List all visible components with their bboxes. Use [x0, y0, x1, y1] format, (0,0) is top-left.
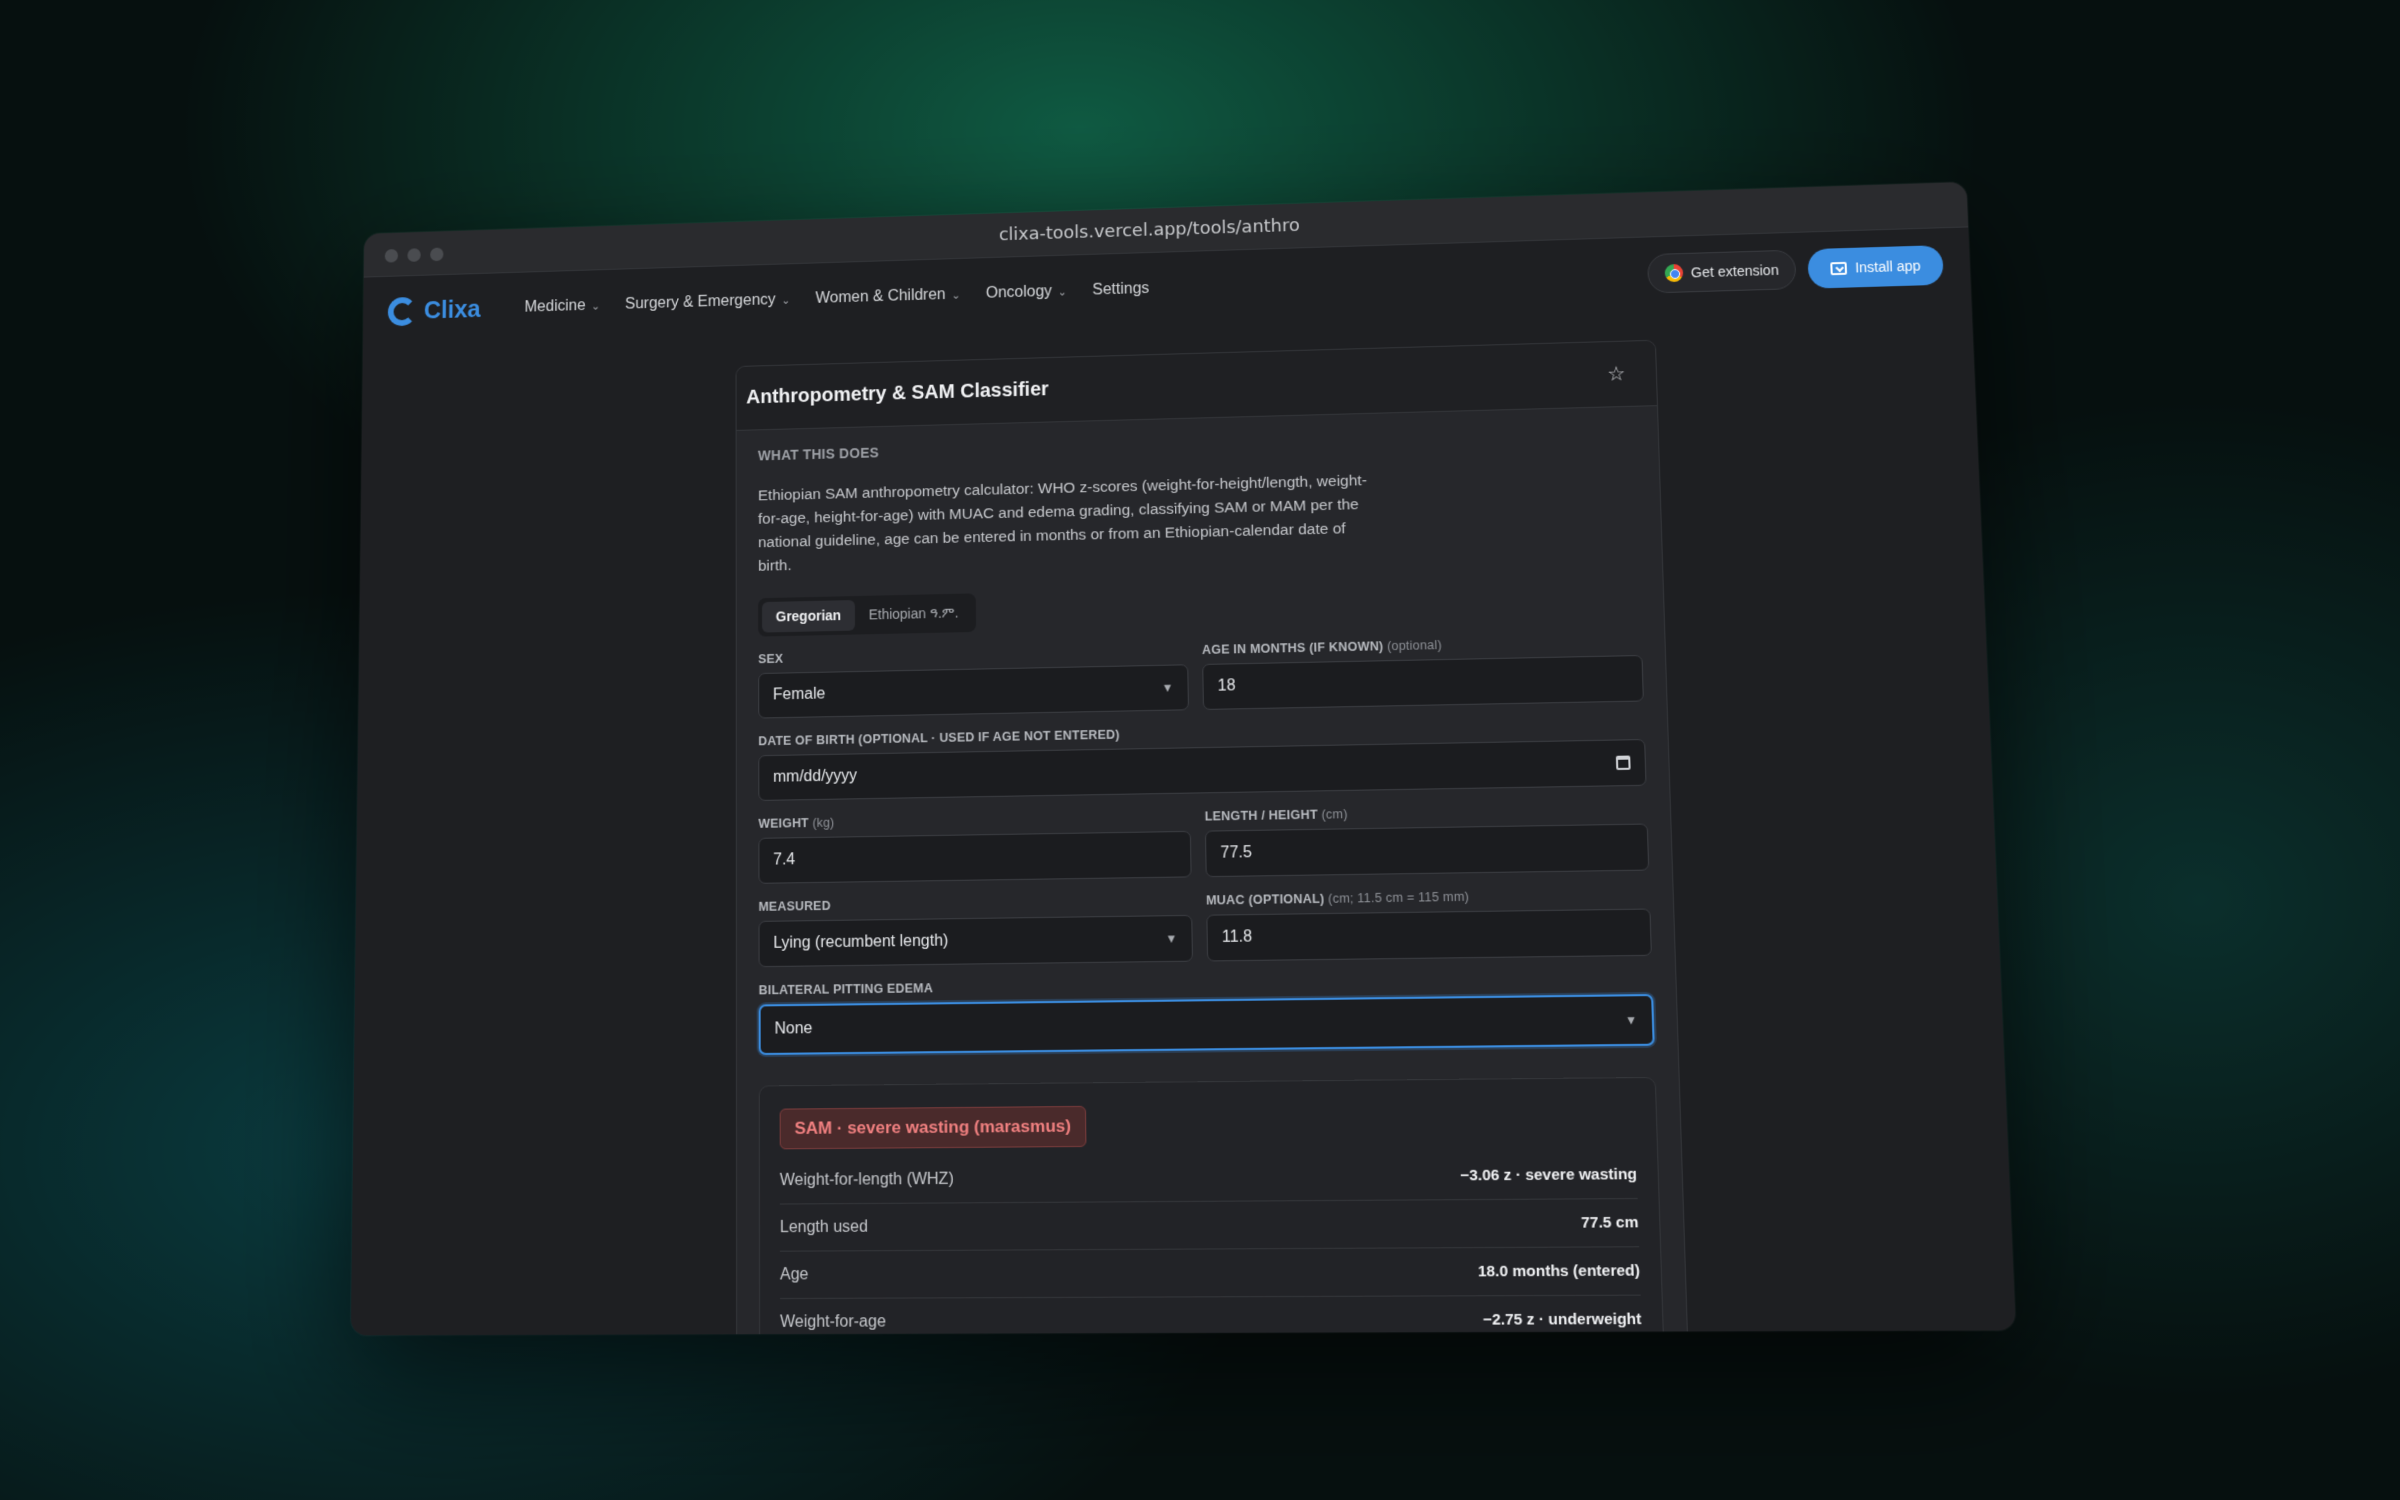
weight-label-text: WEIGHT [758, 816, 808, 831]
nav-item-label: Medicine [524, 297, 585, 316]
chevron-down-icon: ⌄ [781, 294, 790, 307]
edema-value: None [774, 1020, 812, 1039]
row-weight-length: WEIGHT (kg) 7.4 LENGTH / HEIGHT (cm) 77.… [758, 802, 1649, 884]
age-label-text: AGE IN MONTHS (IF KNOWN) [1202, 639, 1384, 657]
classification-badge: SAM · severe wasting (marasmus) [780, 1106, 1087, 1149]
age-label: AGE IN MONTHS (IF KNOWN) (optional) [1202, 634, 1642, 657]
length-unit: (cm) [1321, 807, 1347, 822]
muac-unit: (cm; 11.5 cm = 115 mm) [1328, 890, 1469, 906]
muac-value: 11.8 [1222, 928, 1253, 947]
length-input[interactable]: 77.5 [1205, 824, 1649, 878]
nav-item-label: Oncology [986, 283, 1052, 302]
tab-ethiopian[interactable]: Ethiopian ዓ.ም. [855, 597, 973, 630]
nav-item-label: Surgery & Emergency [625, 292, 776, 314]
result-row: Age 18.0 months (entered) [780, 1247, 1641, 1299]
calendar-tabs: Gregorian Ethiopian ዓ.ም. [758, 593, 976, 636]
row-measured-muac: MEASURED Lying (recumbent length) ▼ MUAC… [759, 887, 1652, 967]
weight-field: WEIGHT (kg) 7.4 [758, 810, 1191, 884]
chevron-down-icon: ⌄ [591, 299, 600, 312]
length-field: LENGTH / HEIGHT (cm) 77.5 [1205, 802, 1650, 877]
weight-input[interactable]: 7.4 [758, 831, 1191, 884]
measured-value: Lying (recumbent length) [773, 932, 948, 952]
nav-item-label: Women & Children [815, 286, 945, 307]
nav-actions: Get extension Install app [1647, 245, 1944, 293]
sex-label: SEX [758, 643, 1188, 666]
result-list: Weight-for-length (WHZ) −3.06 z · severe… [780, 1151, 1642, 1335]
length-label-text: LENGTH / HEIGHT [1205, 808, 1318, 824]
measured-select[interactable]: Lying (recumbent length) ▼ [759, 915, 1193, 967]
chrome-icon [1664, 264, 1683, 282]
calendar-icon[interactable] [1616, 756, 1631, 770]
tool-description: Ethiopian SAM anthropometry calculator: … [758, 469, 1372, 578]
muac-label-text: MUAC (OPTIONAL) [1206, 892, 1325, 908]
chevron-down-icon: ▼ [1625, 1013, 1638, 1028]
nav-item-label: Settings [1092, 280, 1149, 299]
nav-item-medicine[interactable]: Medicine ⌄ [524, 297, 600, 317]
nav-item-oncology[interactable]: Oncology ⌄ [986, 283, 1067, 303]
result-panel: SAM · severe wasting (marasmus) Weight-f… [759, 1077, 1665, 1335]
result-value: −3.06 z · severe wasting [1460, 1166, 1637, 1185]
measured-field: MEASURED Lying (recumbent length) ▼ [759, 894, 1193, 968]
nav-item-women-children[interactable]: Women & Children ⌄ [815, 286, 960, 308]
edema-label: BILATERAL PITTING EDEMA [759, 972, 1653, 997]
tab-gregorian[interactable]: Gregorian [762, 600, 855, 633]
nav-item-settings[interactable]: Settings [1092, 280, 1149, 299]
result-row: Weight-for-age −2.75 z · underweight [780, 1296, 1642, 1336]
result-key: Age [780, 1265, 808, 1284]
result-value: 18.0 months (entered) [1478, 1262, 1641, 1281]
get-extension-label: Get extension [1691, 262, 1779, 280]
age-optional-note: (optional) [1387, 638, 1442, 653]
chevron-down-icon: ⌄ [1058, 285, 1067, 298]
row-edema: BILATERAL PITTING EDEMA None ▼ [759, 972, 1655, 1055]
edema-field: BILATERAL PITTING EDEMA None ▼ [759, 972, 1655, 1055]
result-row: Weight-for-length (WHZ) −3.06 z · severe… [780, 1151, 1638, 1205]
logo[interactable]: Clixa [388, 295, 481, 326]
length-value: 77.5 [1220, 844, 1252, 863]
muac-field: MUAC (OPTIONAL) (cm; 11.5 cm = 115 mm) 1… [1206, 887, 1652, 962]
weight-unit: (kg) [812, 816, 834, 830]
edema-select[interactable]: None ▼ [759, 994, 1655, 1055]
logo-text: Clixa [424, 295, 481, 324]
dob-input[interactable]: mm/dd/yyyy [758, 739, 1646, 801]
install-app-button[interactable]: Install app [1807, 245, 1943, 289]
result-value: 77.5 cm [1581, 1214, 1639, 1232]
install-icon [1830, 261, 1847, 274]
tool-card: Anthropometry & SAM Classifier ☆ WHAT TH… [736, 340, 1689, 1336]
result-value: −2.75 z · underweight [1483, 1310, 1642, 1328]
what-this-does-label: WHAT THIS DOES [758, 425, 1636, 464]
dob-field: DATE OF BIRTH (OPTIONAL · USED IF AGE NO… [758, 718, 1646, 801]
star-icon[interactable]: ☆ [1607, 361, 1626, 386]
row-sex-age: SEX Female ▼ AGE IN MONTHS (IF KNOWN) (o… [758, 634, 1644, 719]
result-key: Length used [780, 1218, 868, 1237]
nav-item-surgery-emergency[interactable]: Surgery & Emergency ⌄ [625, 291, 790, 313]
age-field: AGE IN MONTHS (IF KNOWN) (optional) 18 [1202, 634, 1644, 710]
sex-value: Female [773, 686, 825, 705]
weight-label: WEIGHT (kg) [758, 810, 1190, 831]
page-title: Anthropometry & SAM Classifier [746, 379, 1049, 410]
result-key: Weight-for-age [780, 1313, 886, 1332]
measured-label: MEASURED [759, 894, 1193, 914]
logo-icon [388, 297, 417, 326]
age-value: 18 [1217, 677, 1235, 695]
muac-label: MUAC (OPTIONAL) (cm; 11.5 cm = 115 mm) [1206, 887, 1650, 908]
sex-field: SEX Female ▼ [758, 643, 1189, 718]
install-app-label: Install app [1855, 258, 1921, 276]
backdrop: clixa-tools.vercel.app/tools/anthro Clix… [0, 0, 2400, 1500]
sex-select[interactable]: Female ▼ [758, 664, 1189, 718]
weight-value: 7.4 [773, 851, 795, 869]
card-body: WHAT THIS DOES Ethiopian SAM anthropomet… [737, 406, 1689, 1335]
age-input[interactable]: 18 [1202, 655, 1644, 710]
chevron-down-icon: ▼ [1165, 931, 1177, 945]
result-row: Length used 77.5 cm [780, 1199, 1639, 1252]
result-key: Weight-for-length (WHZ) [780, 1170, 954, 1190]
dob-placeholder: mm/dd/yyyy [773, 767, 857, 786]
chevron-down-icon: ▼ [1162, 681, 1174, 695]
browser-window: clixa-tools.vercel.app/tools/anthro Clix… [351, 182, 2016, 1335]
length-label: LENGTH / HEIGHT (cm) [1205, 802, 1648, 823]
get-extension-button[interactable]: Get extension [1647, 250, 1797, 294]
muac-input[interactable]: 11.8 [1206, 909, 1652, 962]
chevron-down-icon: ⌄ [951, 288, 960, 301]
row-dob: DATE OF BIRTH (OPTIONAL · USED IF AGE NO… [758, 718, 1646, 801]
